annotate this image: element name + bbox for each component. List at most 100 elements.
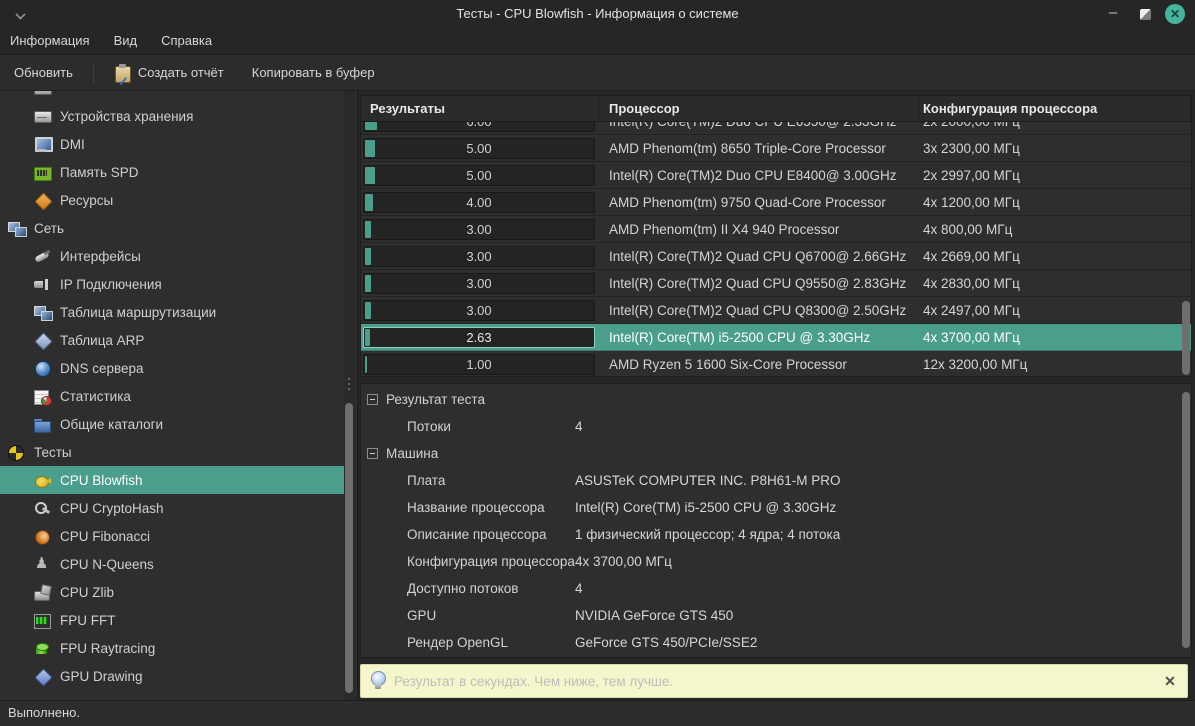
- sidebar-item-label: IP Подключения: [60, 277, 162, 292]
- close-button[interactable]: ✕: [1165, 4, 1185, 24]
- sidebar-item[interactable]: CPU CryptoHash: [0, 494, 344, 522]
- details-label: Потоки: [407, 419, 575, 434]
- network-icon: [7, 220, 26, 237]
- processor-cell: AMD Phenom(tm) 9750 Quad-Core Processor: [599, 189, 919, 216]
- result-bar: 2.63: [363, 327, 595, 348]
- sidebar-item[interactable]: Память SPD: [0, 158, 344, 186]
- results-table-header: Результаты Процессор Конфигурация процес…: [361, 96, 1191, 122]
- config-cell: 4x 1200,00 МГц: [919, 189, 1191, 216]
- menu-help[interactable]: Справка: [149, 28, 224, 54]
- main-pane: Результаты Процессор Конфигурация процес…: [358, 91, 1195, 700]
- table-row[interactable]: 3.00Intel(R) Core(TM)2 Quad CPU Q6700@ 2…: [361, 243, 1191, 270]
- table-row[interactable]: 3.00Intel(R) Core(TM)2 Quad CPU Q8300@ 2…: [361, 297, 1191, 324]
- column-header-config[interactable]: Конфигурация процессора: [919, 96, 1191, 121]
- table-row[interactable]: 3.00AMD Phenom(tm) II X4 940 Processor4x…: [361, 216, 1191, 243]
- table-scrollbar-thumb[interactable]: [1182, 301, 1190, 375]
- details-value: Intel(R) Core(TM) i5-2500 CPU @ 3.30GHz: [575, 500, 836, 515]
- table-row[interactable]: 5.00 AMD Phenom(tm) 8650 Triple-Core Proc…: [361, 135, 1191, 162]
- table-row[interactable]: 1.00AMD Ryzen 5 1600 Six-Core Processor1…: [361, 351, 1191, 377]
- details-kv-row[interactable]: Конфигурация процессора4x 3700,00 МГц: [361, 548, 1191, 575]
- result-bar: 3.00: [363, 219, 595, 240]
- sidebar-scrollbar[interactable]: [344, 91, 355, 700]
- menu-information[interactable]: Информация: [0, 28, 102, 54]
- details-label: Описание процессора: [407, 527, 575, 542]
- sidebar-item-label: CPU CryptoHash: [60, 501, 164, 516]
- sidebar-item-label: CPU Zlib: [60, 585, 114, 600]
- cable-icon: [33, 248, 52, 265]
- details-kv-row[interactable]: Доступно потоков4: [361, 575, 1191, 602]
- sidebar-item-label: Таблица маршрутизации: [60, 305, 216, 320]
- refresh-button[interactable]: Обновить: [0, 58, 87, 88]
- processor-cell: AMD Phenom(tm) 8650 Triple-Core Processo…: [599, 135, 919, 162]
- result-cell: 2.63: [361, 324, 599, 351]
- table-row[interactable]: 3.00Intel(R) Core(TM)2 Quad CPU Q9550@ 2…: [361, 270, 1191, 297]
- sidebar-item[interactable]: Сеть: [0, 214, 344, 242]
- sidebar-item[interactable]: CPU Zlib: [0, 578, 344, 606]
- table-row[interactable]: 6.00 Intel(R) Core(TM)2 Duo CPU E6550@ 2.…: [361, 122, 1191, 135]
- details-list: Результат тестаПотоки4МашинаПлатаASUSTeK…: [361, 386, 1191, 656]
- details-kv-row[interactable]: Описание процессора1 физический процессо…: [361, 521, 1191, 548]
- result-value: 4.00: [364, 193, 594, 212]
- details-kv-row[interactable]: GPUNVIDIA GeForce GTS 450: [361, 602, 1191, 629]
- sidebar-item[interactable]: Устройства хранения: [0, 102, 344, 130]
- sidebar-item[interactable]: CPU N-Queens: [0, 550, 344, 578]
- minimize-button[interactable]: –: [1104, 6, 1122, 22]
- copy-to-clipboard-button[interactable]: Копировать в буфер: [238, 58, 389, 88]
- sidebar-item[interactable]: CPU Fibonacci: [0, 522, 344, 550]
- sidebar-item[interactable]: GPU Drawing: [0, 662, 344, 690]
- result-value: 5.00: [364, 166, 594, 185]
- sidebar-item[interactable]: IP Подключения: [0, 270, 344, 298]
- collapse-minus-icon[interactable]: [367, 394, 378, 405]
- details-scrollbar-thumb[interactable]: [1182, 392, 1190, 648]
- fft-icon: [33, 612, 52, 629]
- table-row[interactable]: 5.00 Intel(R) Core(TM)2 Duo CPU E8400@ 3.…: [361, 162, 1191, 189]
- result-cell: 3.00: [361, 243, 599, 270]
- sidebar-item[interactable]: FPU FFT: [0, 606, 344, 634]
- sidebar-item[interactable]: CPU Blowfish: [0, 466, 344, 494]
- keys-icon: [33, 500, 52, 517]
- collapse-minus-icon[interactable]: [367, 448, 378, 459]
- generate-report-button[interactable]: Создать отчёт: [100, 58, 238, 88]
- memory-icon: [33, 164, 52, 181]
- sidebar-item[interactable]: Таблица ARP: [0, 326, 344, 354]
- processor-cell: Intel(R) Core(TM)2 Duo CPU E8400@ 3.00GH…: [599, 162, 919, 189]
- config-cell: 2x 2000,00 МГц: [919, 122, 1191, 135]
- details-kv-row[interactable]: Рендер OpenGLGeForce GTS 450/PCIe/SSE2: [361, 629, 1191, 656]
- details-pane: Результат тестаПотоки4МашинаПлатаASUSTeK…: [360, 383, 1192, 658]
- sidebar-item[interactable]: Ресурсы: [0, 186, 344, 214]
- fish-icon: [33, 472, 52, 489]
- column-header-results[interactable]: Результаты: [361, 96, 599, 121]
- sidebar-item-label: Интерфейсы: [60, 249, 141, 264]
- result-value: 6.00: [364, 122, 594, 131]
- details-group-row[interactable]: Машина: [361, 440, 1191, 467]
- sidebar-item[interactable]: Тесты: [0, 438, 344, 466]
- table-row[interactable]: 2.63Intel(R) Core(TM) i5-2500 CPU @ 3.30…: [361, 324, 1191, 351]
- processor-cell: Intel(R) Core(TM)2 Duo CPU E6550@ 2.33GH…: [599, 122, 919, 135]
- sidebar-scrollbar-thumb[interactable]: [345, 403, 353, 693]
- table-row[interactable]: 4.00 AMD Phenom(tm) 9750 Quad-Core Proces…: [361, 189, 1191, 216]
- sidebar-item-label: FPU Raytracing: [60, 641, 155, 656]
- details-kv-row[interactable]: ПлатаASUSTeK COMPUTER INC. P8H61-M PRO: [361, 467, 1191, 494]
- column-header-processor[interactable]: Процессор: [599, 96, 919, 121]
- details-label: Доступно потоков: [407, 581, 575, 596]
- config-cell: 4x 3700,00 МГц: [919, 324, 1191, 351]
- details-group-row[interactable]: Результат теста: [361, 386, 1191, 413]
- result-value: 5.00: [364, 139, 594, 158]
- sidebar-item[interactable]: Таблица маршрутизации: [0, 298, 344, 326]
- sidebar-item[interactable]: FPU Raytracing: [0, 634, 344, 662]
- restore-button[interactable]: [1140, 9, 1151, 20]
- refresh-button-label: Обновить: [14, 58, 73, 88]
- sidebar-item[interactable]: Интерфейсы: [0, 242, 344, 270]
- sidebar-item[interactable]: DMI: [0, 130, 344, 158]
- details-value: ASUSTeK COMPUTER INC. P8H61-M PRO: [575, 473, 841, 488]
- menu-view[interactable]: Вид: [102, 28, 150, 54]
- result-cell: 3.00: [361, 216, 599, 243]
- sidebar-item[interactable]: DNS сервера: [0, 354, 344, 382]
- details-kv-row[interactable]: Название процессораIntel(R) Core(TM) i5-…: [361, 494, 1191, 521]
- pane-splitter-handle[interactable]: [347, 378, 351, 394]
- details-kv-row[interactable]: Потоки4: [361, 413, 1191, 440]
- hint-close-button[interactable]: ✕: [1157, 673, 1183, 690]
- sidebar-item[interactable]: Статистика: [0, 382, 344, 410]
- sidebar-item[interactable]: Общие каталоги: [0, 410, 344, 438]
- result-cell: 3.00: [361, 297, 599, 324]
